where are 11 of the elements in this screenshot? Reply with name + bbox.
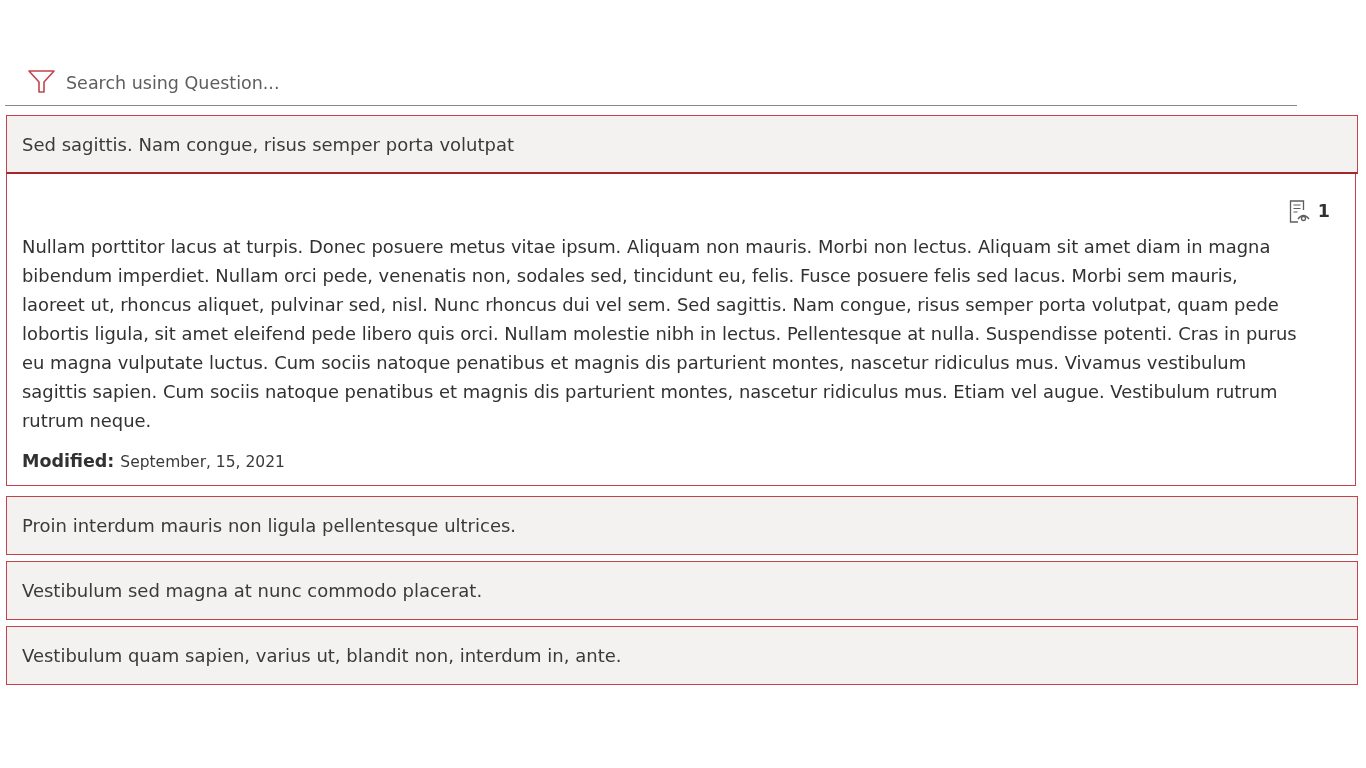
question-header[interactable]: Vestibulum sed magna at nunc commodo placerat. xyxy=(6,561,1358,620)
question-header[interactable]: Sed sagittis. Nam congue, risus semper porta volutpat xyxy=(6,115,1358,174)
question-header[interactable]: Proin interdum mauris non ligula pellentesque ultrices. xyxy=(6,496,1358,555)
modified-date: September, 15, 2021 xyxy=(120,453,285,471)
modified-label: Modified: xyxy=(22,451,115,471)
question-header[interactable]: Vestibulum quam sapien, varius ut, blandit non, interdum in, ante. xyxy=(6,626,1358,685)
answer-text: Nullam porttitor lacus at turpis. Donec posuere metus vitae ipsum. Aliquam non mauris. Morbi non lectus. Aliquam sit amet diam in magna bibendum imperdiet. Nullam orci pede, venenatis non, sodales sed, tincidunt eu, felis. Fusce posuere felis sed lacus. Morbi sem mauris, laoreet ut, rhoncus aliquet, pulvinar sed, nisl. Nunc rhoncus dui vel sem. Sed sagittis. Nam congue, risus semper porta volutpat, quam pede lobortis ligula, sit amet eleifend pede libero quis orci. Nullam molestie nibh in lectus. Pellentesque at nulla. Suspendisse potenti. Cras in purus eu magna vulputate luctus. Cum sociis natoque penatibus et magnis dis parturient montes, nascetur ridiculus mus. Vivamus vestibulum sagittis sapien. Cum sociis natoque penatibus et magnis dis parturient montes, nascetur ridiculus mus. Etiam vel augue. Vestibulum rutrum rutrum neque. xyxy=(22,235,1298,433)
filter-icon xyxy=(28,70,55,93)
view-count: 1 xyxy=(1317,201,1330,221)
search-field[interactable]: Search using Question... xyxy=(5,60,1297,106)
document-eye-icon xyxy=(1288,199,1310,223)
